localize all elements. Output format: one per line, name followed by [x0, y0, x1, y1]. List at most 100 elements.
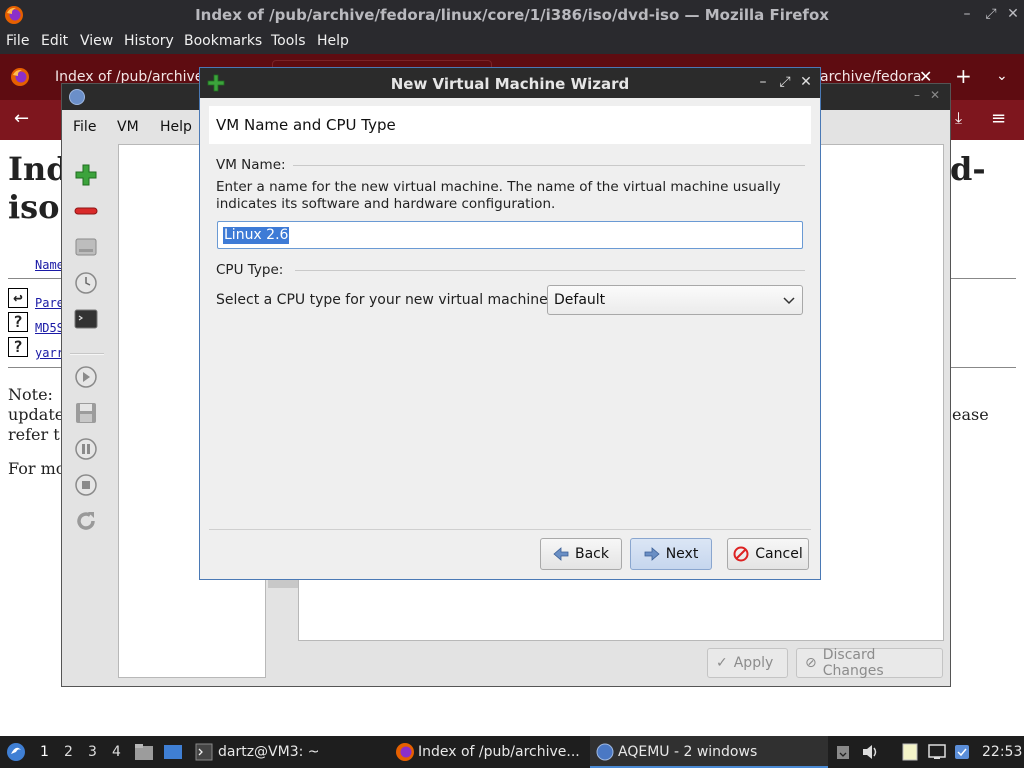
close-icon[interactable]: ✕	[798, 74, 814, 90]
workspace-2[interactable]: 2	[64, 744, 73, 760]
unknown-file-icon: ?	[8, 337, 28, 357]
cpu-type-label: Select a CPU type for your new virtual m…	[216, 292, 553, 308]
chevron-down-icon[interactable]: ⌄	[996, 68, 1008, 84]
hamburger-menu-icon[interactable]: ≡	[991, 108, 1006, 129]
checkmark-icon: ✓	[716, 655, 728, 671]
start-menu-icon[interactable]	[6, 742, 26, 762]
file-manager-icon[interactable]	[134, 743, 154, 761]
cancel-button[interactable]: Cancel	[727, 538, 809, 570]
page-heading-right: d-	[950, 150, 986, 188]
new-tab-icon[interactable]: +	[955, 64, 972, 88]
arrow-right-icon	[644, 547, 660, 561]
play-icon[interactable]	[74, 365, 98, 389]
minimize-icon[interactable]: –	[755, 74, 771, 90]
update-notification-icon[interactable]	[954, 744, 970, 760]
reset-icon[interactable]	[74, 509, 98, 533]
file-link[interactable]: yarr	[35, 346, 64, 360]
cancel-label: Cancel	[755, 546, 803, 562]
notes-icon[interactable]	[902, 743, 918, 761]
clock-icon[interactable]	[74, 271, 98, 295]
window-title: Index of /pub/archive/fedora/linux/core/…	[195, 6, 829, 24]
section-divider	[293, 165, 805, 166]
terminal-icon[interactable]	[74, 307, 98, 331]
aqemu-logo-icon	[69, 89, 85, 105]
remove-vm-icon[interactable]	[74, 199, 98, 223]
close-icon[interactable]: ✕	[1004, 5, 1022, 23]
cpu-type-section-label: CPU Type:	[216, 262, 284, 278]
terminal-icon	[195, 743, 213, 761]
note-text-line3: refer t	[8, 425, 60, 444]
button-divider	[209, 529, 811, 530]
cpu-type-value: Default	[554, 292, 606, 308]
clock: 22:53	[982, 744, 1023, 760]
note-text-line2: update	[8, 405, 65, 424]
back-icon[interactable]: ←	[14, 108, 29, 129]
toolbar-separator	[70, 353, 104, 355]
firefox-icon	[396, 743, 414, 761]
unknown-file-icon: ?	[8, 312, 28, 332]
menu-help[interactable]: Help	[317, 33, 349, 49]
wizard-titlebar: New Virtual Machine Wizard – ⤢ ✕	[200, 68, 820, 98]
wizard-page-header: VM Name and CPU Type	[209, 106, 811, 144]
clipboard-icon[interactable]	[836, 744, 850, 760]
aqemu-menu-file[interactable]: File	[73, 119, 96, 135]
vm-name-section-label: VM Name:	[216, 157, 286, 173]
taskbar-terminal[interactable]: dartz@VM3: ~	[218, 744, 320, 760]
pause-icon[interactable]	[74, 437, 98, 461]
menu-bookmarks[interactable]: Bookmarks	[184, 33, 262, 49]
workspace-4[interactable]: 4	[112, 744, 121, 760]
chevron-down-icon	[783, 297, 795, 305]
wizard-title: New Virtual Machine Wizard	[390, 75, 630, 93]
volume-icon[interactable]	[862, 744, 880, 760]
add-vm-icon[interactable]	[74, 163, 98, 187]
discard-label: Discard Changes	[822, 647, 884, 679]
maximize-icon[interactable]: ⤢	[777, 74, 793, 90]
arrow-left-icon	[553, 547, 569, 561]
minimize-icon[interactable]: –	[958, 5, 976, 23]
taskbar-firefox[interactable]: Index of /pub/archive...	[418, 744, 580, 760]
firefox-icon	[11, 68, 29, 86]
stop-icon[interactable]	[74, 473, 98, 497]
save-icon[interactable]	[74, 401, 98, 425]
workspace-1[interactable]: 1	[40, 744, 49, 760]
back-label: Back	[575, 546, 609, 562]
back-folder-icon: ↩	[8, 288, 28, 308]
cpu-type-select[interactable]: Default	[547, 285, 803, 315]
maximize-icon[interactable]: ⤢	[982, 5, 1000, 23]
taskbar: 1 2 3 4 dartz@VM3: ~ Index of /pub/archi…	[0, 736, 1024, 768]
discard-changes-button[interactable]: ⊘ Discard Changes	[796, 647, 943, 679]
disk-icon[interactable]	[74, 235, 98, 259]
note-text-right: ease	[952, 405, 989, 424]
workspace-3[interactable]: 3	[88, 744, 97, 760]
column-name-link[interactable]: Name	[35, 258, 64, 272]
next-button[interactable]: Next	[630, 538, 712, 570]
menu-file[interactable]: File	[6, 33, 29, 49]
aqemu-menu-vm[interactable]: VM	[117, 119, 139, 135]
minimize-icon[interactable]: –	[914, 88, 920, 102]
vm-name-input[interactable]: Linux 2.6	[217, 221, 803, 249]
more-text: For mo	[8, 459, 66, 478]
aqemu-icon	[596, 743, 614, 761]
taskbar-aqemu: AQEMU - 2 windows	[618, 744, 758, 760]
cancel-icon	[733, 546, 749, 562]
vm-name-value: Linux 2.6	[223, 227, 290, 244]
md5-link[interactable]: MD5S	[35, 321, 64, 335]
firefox-menubar: File Edit View History Bookmarks Tools H…	[0, 30, 1024, 54]
parent-link[interactable]: Pare	[35, 296, 64, 310]
network-icon[interactable]	[928, 744, 946, 760]
note-text: Note:	[8, 385, 53, 404]
menu-edit[interactable]: Edit	[41, 33, 68, 49]
menu-tools[interactable]: Tools	[271, 33, 306, 49]
firefox-titlebar: Index of /pub/archive/fedora/linux/core/…	[0, 0, 1024, 30]
menu-history[interactable]: History	[124, 33, 174, 49]
close-icon[interactable]: ✕	[930, 88, 940, 102]
page-heading: Ind	[8, 150, 69, 188]
menu-view[interactable]: View	[80, 33, 113, 49]
show-desktop-icon[interactable]	[163, 743, 183, 761]
back-button[interactable]: Back	[540, 538, 622, 570]
aqemu-menu-help[interactable]: Help	[160, 119, 192, 135]
vm-name-description: Enter a name for the new virtual machine…	[216, 179, 781, 212]
download-icon[interactable]: ⤓	[955, 108, 962, 128]
page-heading-line2: iso	[8, 188, 60, 226]
apply-button[interactable]: ✓ Apply	[707, 648, 788, 678]
